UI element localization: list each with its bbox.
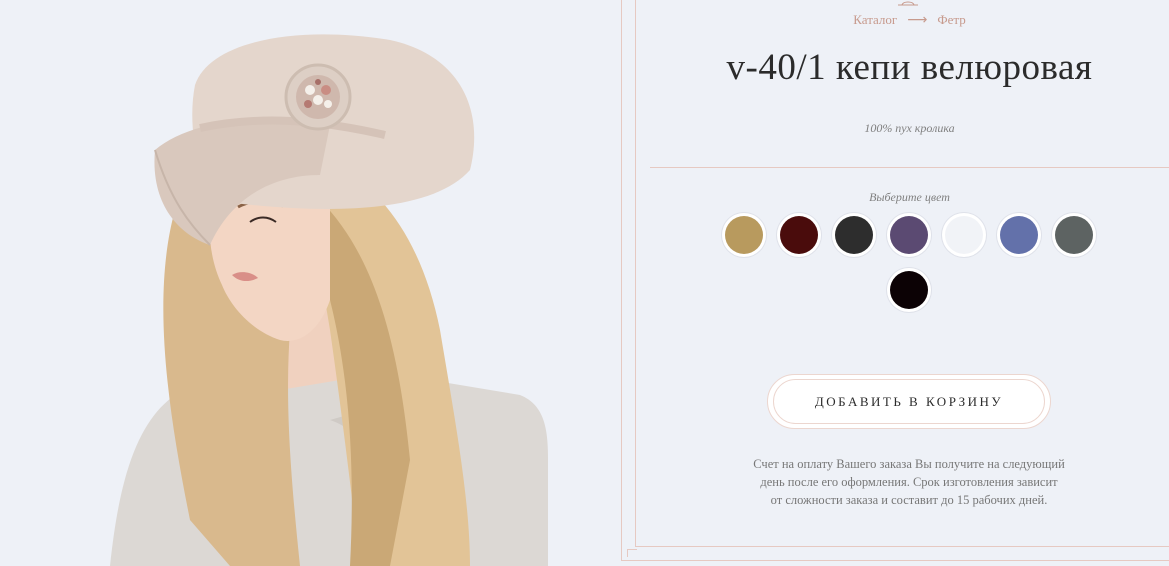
color-swatch-fill [890, 271, 928, 309]
color-select-label: Выберите цвет [869, 190, 950, 204]
frame-line-bottom [635, 546, 1169, 547]
breadcrumb-catalog-link[interactable]: Каталог [853, 12, 897, 28]
color-swatch-fill [945, 216, 983, 254]
color-swatch-fill [725, 216, 763, 254]
color-swatch-camel[interactable] [722, 213, 766, 257]
add-to-cart-label: ДОБАВИТЬ В КОРЗИНУ [773, 379, 1045, 424]
frame-corner-v [627, 549, 628, 557]
breadcrumb-felt-link[interactable]: Фетр [937, 12, 965, 28]
color-swatch-fill [1000, 216, 1038, 254]
product-photo [0, 0, 560, 566]
frame-line-left [621, 0, 622, 560]
color-swatch-white[interactable] [942, 213, 986, 257]
color-swatch-blue[interactable] [997, 213, 1041, 257]
breadcrumb: Каталог ⟶ Фетр [650, 12, 1169, 28]
frame-line-left-inner [635, 0, 636, 546]
divider [650, 167, 1169, 168]
color-swatch-fill [890, 216, 928, 254]
frame-corner [627, 549, 637, 550]
product-title: v-40/1 кепи велюровая [726, 47, 1093, 88]
color-swatches [719, 213, 1099, 312]
color-swatch-burgundy[interactable] [777, 213, 821, 257]
frame-line-bottom-outer [621, 560, 1169, 561]
hat-ornament-icon [898, 1, 918, 6]
product-material: 100% пух кролика [864, 121, 955, 135]
color-swatch-purple[interactable] [887, 213, 931, 257]
color-swatch-fill [1055, 216, 1093, 254]
color-swatch-grey[interactable] [1052, 213, 1096, 257]
add-to-cart-button[interactable]: ДОБАВИТЬ В КОРЗИНУ [767, 374, 1051, 429]
order-note-line-2: день после его оформления. Срок изготовл… [760, 475, 1058, 489]
color-swatch-graphite[interactable] [832, 213, 876, 257]
color-swatch-fill [780, 216, 818, 254]
order-note: Счет на оплату Вашего заказа Вы получите… [735, 455, 1083, 509]
arrow-right-icon: ⟶ [907, 12, 928, 28]
order-note-line-1: Счет на оплату Вашего заказа Вы получите… [753, 457, 1065, 471]
order-note-line-3: от сложности заказа и составит до 15 раб… [770, 493, 1048, 507]
color-swatch-black[interactable] [887, 268, 931, 312]
color-swatch-fill [835, 216, 873, 254]
